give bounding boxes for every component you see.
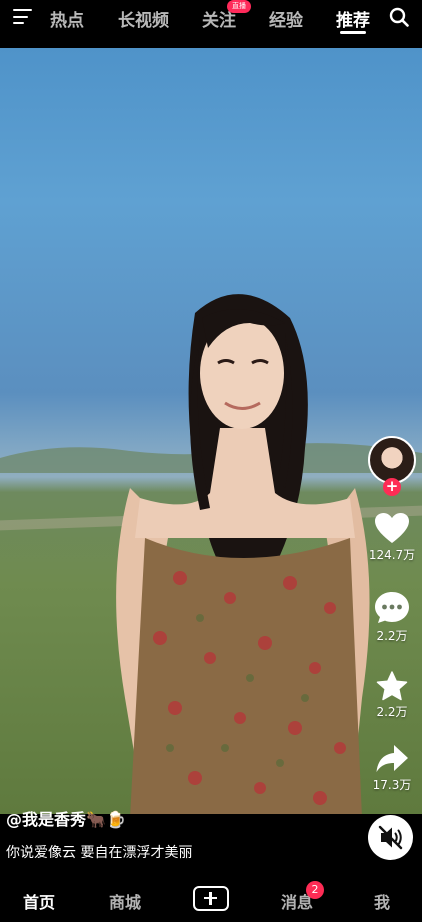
share-button[interactable]: 17.3万 [362, 744, 422, 793]
person-figure [116, 294, 370, 814]
author-emoji: 🐂🍺 [86, 810, 126, 829]
top-bar: 热点 长视频 关注 直播 经验 推荐 [0, 0, 422, 48]
nav-mall[interactable]: 商城 [109, 889, 141, 913]
active-tab-indicator [340, 31, 366, 34]
search-icon[interactable] [389, 7, 409, 27]
star-icon [376, 671, 408, 701]
menu-icon[interactable] [13, 9, 33, 25]
speaker-muted-icon [378, 825, 403, 850]
favorite-button[interactable]: 2.2万 [362, 671, 422, 720]
nav-home[interactable]: 首页 [23, 889, 55, 913]
share-arrow-icon [376, 745, 408, 772]
tab-long-video[interactable]: 长视频 [118, 6, 169, 31]
comment-count: 2.2万 [376, 629, 408, 643]
live-badge: 直播 [227, 0, 251, 13]
comment-button[interactable]: 2.2万 [362, 591, 422, 644]
like-count: 124.7万 [368, 548, 416, 562]
author-name[interactable]: @我是香秀🐂🍺 [6, 806, 126, 830]
like-button[interactable]: 124.7万 [362, 512, 422, 563]
tab-hot[interactable]: 热点 [50, 6, 84, 31]
tab-experience[interactable]: 经验 [269, 6, 303, 31]
create-post-button[interactable] [193, 886, 229, 911]
share-count: 17.3万 [372, 778, 412, 792]
favorite-count: 2.2万 [376, 705, 408, 719]
nav-me[interactable]: 我 [374, 889, 390, 913]
heart-icon [375, 513, 409, 543]
author-handle[interactable]: @我是香秀 [6, 810, 86, 829]
mute-button[interactable] [368, 815, 413, 860]
video-caption: 你说爱像云 要自在漂浮才美丽 [6, 845, 193, 861]
comment-icon [375, 592, 409, 623]
message-badge: 2 [306, 881, 324, 899]
bottom-nav: 首页 商城 消息 2 我 [0, 875, 422, 922]
video-player[interactable] [0, 48, 422, 814]
tab-recommend[interactable]: 推荐 [336, 6, 370, 31]
follow-plus-icon[interactable]: + [383, 478, 401, 496]
